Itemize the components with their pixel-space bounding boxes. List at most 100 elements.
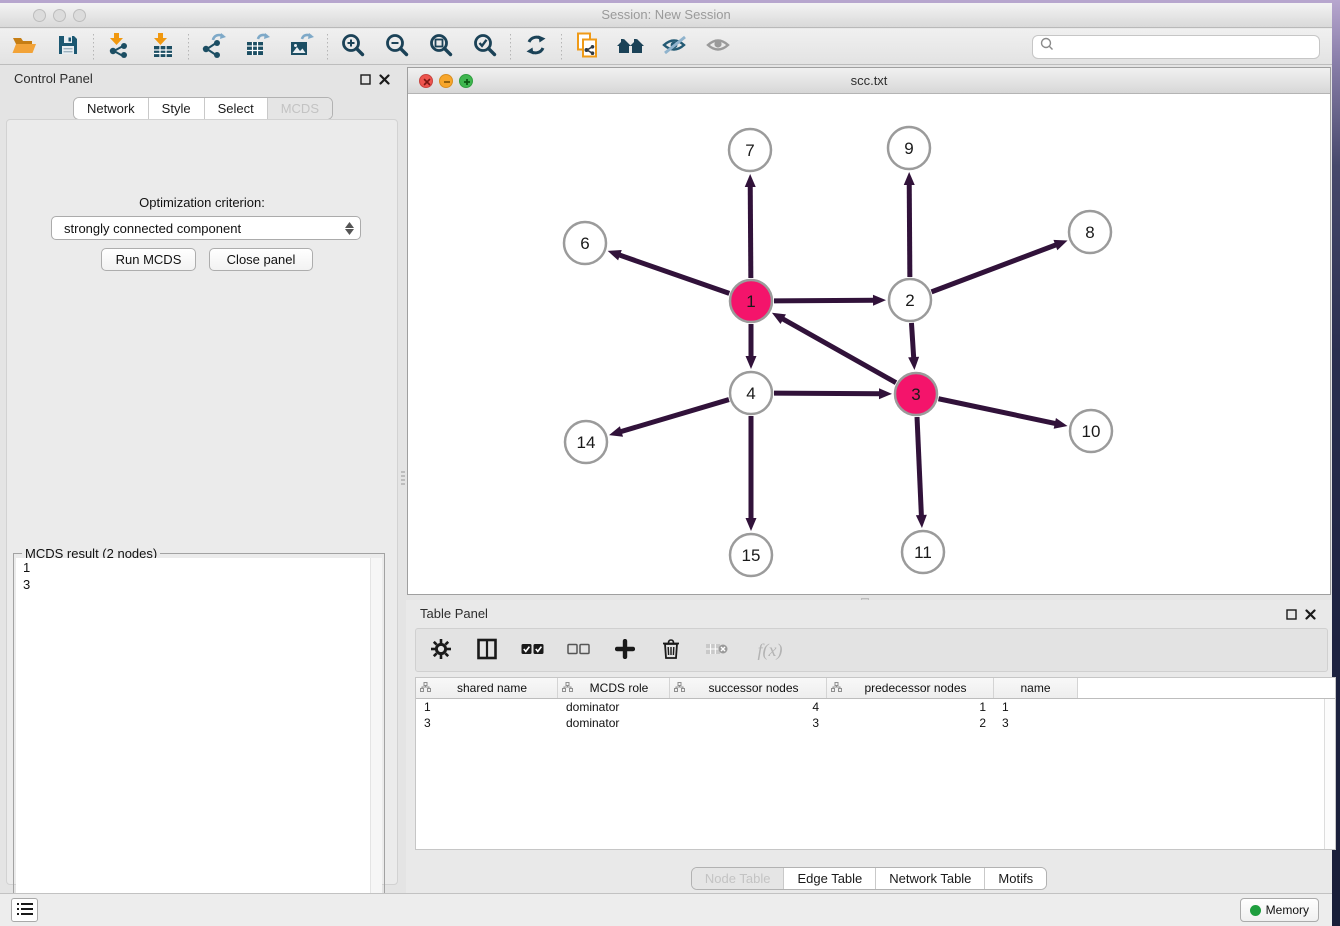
table-scrollbar[interactable] [1324,699,1335,849]
tab-select[interactable]: Select [204,98,267,119]
hide-details-button[interactable] [659,32,691,62]
save-session-icon [56,33,80,60]
table-cell[interactable]: 1 [994,699,1078,715]
export-image-button[interactable] [286,32,318,62]
graph-edge-3-10[interactable] [939,399,1057,424]
export-network-button[interactable] [198,32,230,62]
network-view-window: scc.txt 7968124314101511 [407,67,1331,595]
tab-edge-table[interactable]: Edge Table [783,868,875,889]
export-table-button[interactable] [242,32,274,62]
table-row[interactable]: 1dominator411 [416,699,1335,715]
import-network-icon [106,32,132,61]
import-network-button[interactable] [103,32,135,62]
mcds-result-scrollbar[interactable] [370,558,382,926]
graph-edge-arrowhead [916,515,927,528]
table-cell[interactable]: 2 [827,715,994,731]
select-all-button[interactable] [518,635,548,665]
columns-button[interactable] [472,635,502,665]
optimization-criterion-dropdown[interactable]: strongly connected component [51,216,361,240]
network-canvas[interactable]: 7968124314101511 [408,94,1330,594]
task-history-button[interactable] [11,898,38,922]
close-panel-icon[interactable] [379,72,390,90]
graph-edge-1-2[interactable] [774,300,875,301]
import-table-icon [150,32,176,61]
graph-edge-3-11[interactable] [917,417,921,517]
open-session-button[interactable] [8,32,40,62]
float-panel-icon[interactable] [360,72,371,90]
zoom-out-button[interactable] [381,32,413,62]
zoom-fit-button[interactable] [425,32,457,62]
tab-motifs[interactable]: Motifs [984,868,1046,889]
table-cell[interactable]: dominator [558,699,670,715]
memory-status-icon [1250,905,1261,916]
delete-column-button[interactable] [702,635,732,665]
table-cell[interactable]: dominator [558,715,670,731]
graph-edge-2-9[interactable] [909,183,910,277]
add-row-button[interactable] [610,635,640,665]
gear-icon [430,638,452,663]
table-cell[interactable]: 3 [670,715,827,731]
table-row[interactable]: 3dominator323 [416,715,1335,731]
toolbar-separator [510,34,511,60]
refresh-button[interactable] [520,32,552,62]
graph-node-label: 8 [1085,223,1094,242]
mcds-result-text[interactable]: 1 3 [16,558,370,926]
graph-edge-1-7[interactable] [750,185,751,278]
column-header-label: MCDS role [573,681,665,695]
zoom-selected-button[interactable] [469,32,501,62]
deselect-all-button[interactable] [564,635,594,665]
clone-network-button[interactable] [571,32,603,62]
export-image-icon [289,32,315,61]
function-builder-button[interactable]: f(x) [748,635,792,665]
gear-button[interactable] [426,635,456,665]
first-neighbors-button[interactable] [615,32,647,62]
tab-mcds[interactable]: MCDS [267,98,332,119]
graph-edge-2-3[interactable] [911,323,913,359]
column-header-successor-nodes[interactable]: successor nodes [670,678,827,698]
table-cell[interactable]: 1 [416,699,558,715]
dropdown-value: strongly connected component [64,221,241,236]
table-cell[interactable]: 3 [994,715,1078,731]
show-details-icon [705,32,733,61]
import-table-button[interactable] [147,32,179,62]
close-panel-icon[interactable] [1305,607,1316,625]
column-header-name[interactable]: name [994,678,1078,698]
delete-row-button[interactable] [656,635,686,665]
zoom-out-icon [384,32,410,61]
export-network-icon [201,32,227,61]
columns-icon [476,638,498,663]
node-table-body: 1dominator4113dominator323 [416,699,1335,731]
column-header-shared-name[interactable]: shared name [416,678,558,698]
show-details-button[interactable] [703,32,735,62]
column-header-predecessor-nodes[interactable]: predecessor nodes [827,678,994,698]
memory-button[interactable]: Memory [1240,898,1319,922]
graph-edge-2-8[interactable] [932,244,1058,292]
open-session-icon [11,33,37,60]
graph-node-label: 14 [577,433,596,452]
tab-node-table[interactable]: Node Table [692,868,784,889]
graph-node-label: 2 [905,291,914,310]
table-cell[interactable]: 4 [670,699,827,715]
graph-edge-3-1[interactable] [781,318,895,383]
table-cell[interactable]: 1 [827,699,994,715]
close-panel-button[interactable]: Close panel [209,248,313,271]
column-header-MCDS-role[interactable]: MCDS role [558,678,670,698]
graph-edge-arrowhead [746,356,757,369]
float-panel-icon[interactable] [1286,607,1297,625]
panel-splitter-handle[interactable] [401,471,405,485]
save-session-button[interactable] [52,32,84,62]
graph-edge-4-14[interactable] [620,400,729,432]
graph-edge-arrowhead [904,172,915,185]
search-input[interactable] [1055,37,1319,57]
graph-edge-1-6[interactable] [618,255,729,294]
run-mcds-button[interactable]: Run MCDS [101,248,196,271]
toolbar-separator [327,34,328,60]
tab-network[interactable]: Network [74,98,148,119]
tab-network-table[interactable]: Network Table [875,868,984,889]
table-cell[interactable]: 3 [416,715,558,731]
graph-edge-arrowhead [609,426,623,437]
zoom-in-button[interactable] [337,32,369,62]
node-table: shared name MCDS role successor nodesprede… [415,677,1336,850]
tab-style[interactable]: Style [148,98,204,119]
graph-edge-4-3[interactable] [774,393,881,394]
